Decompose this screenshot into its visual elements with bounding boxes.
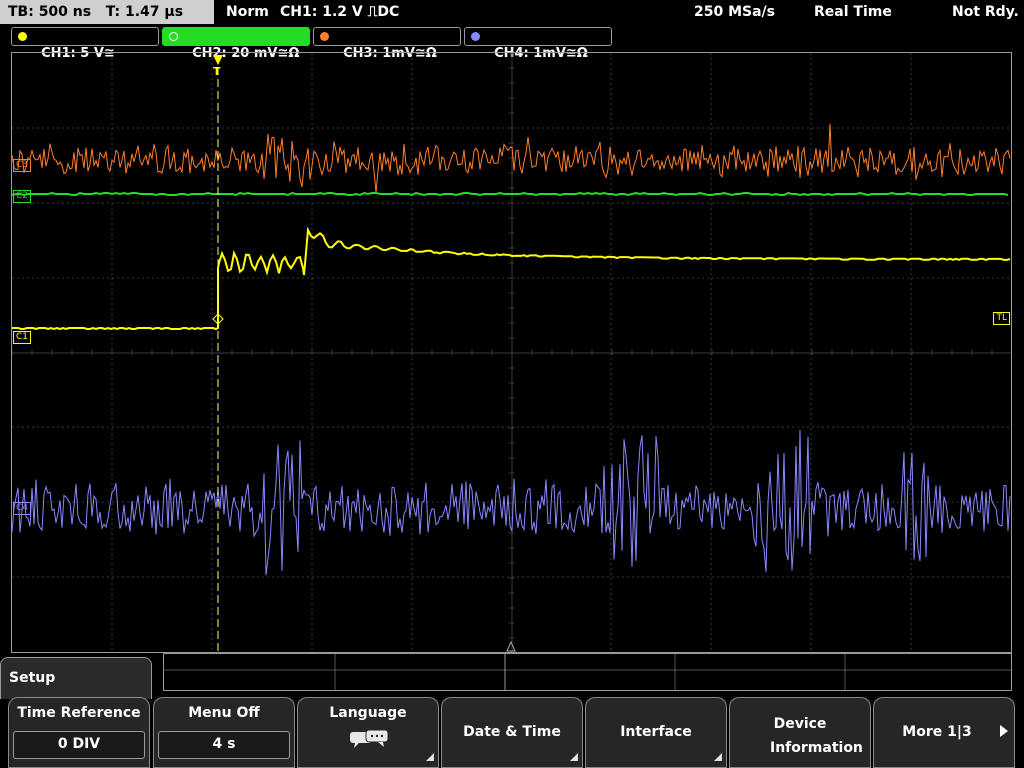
trigger-position-label: T [213,65,221,78]
trigger-source[interactable]: CH1: 1.2 V ⎍DC [280,0,399,24]
center-ticks [12,53,993,639]
next-arrow-icon [1000,725,1008,737]
ch2-offset-marker[interactable]: C2 [13,190,32,203]
menu-title-tab: Setup [0,657,152,699]
status-bar: Norm CH1: 1.2 V ⎍DC 250 MSa/s Real Time … [216,0,1024,24]
ch4-color-dot [471,32,480,41]
interface-softkey[interactable]: Interface [585,697,727,768]
acquisition-state: Not Rdy. [952,4,1019,20]
device-information-label: Device Information [770,716,863,756]
channel-tab-ch2[interactable]: CH2: 20 mV≅Ω [162,27,310,61]
speech-bubbles-icon [350,729,389,748]
menu-off-softkey[interactable]: Menu Off 4 s [153,697,295,768]
timebase-label: TB: 500 ns [8,4,92,20]
waveform-display[interactable]: T C3 C2 C1 C4 TL [11,52,1012,653]
language-softkey[interactable]: Language [297,697,439,768]
trigger-time-label: T: 1.47 µs [105,4,184,20]
ch3-color-dot [320,32,329,41]
timebase-box[interactable]: TB: 500 ns T: 1.47 µs [0,0,214,24]
language-label: Language [329,705,407,721]
menu-off-label: Menu Off [188,705,260,721]
overview-strip [163,653,1012,691]
interface-label: Interface [620,724,692,740]
sample-rate: 250 MSa/s [694,4,776,20]
date-time-label: Date & Time [463,724,561,740]
time-reference-softkey[interactable]: Time Reference 0 DIV [8,697,150,768]
ch3-offset-marker[interactable]: C3 [13,159,32,172]
submenu-corner-icon [426,753,434,761]
overview-grid [164,654,1011,690]
ch4-offset-marker[interactable]: C4 [13,502,32,515]
submenu-corner-icon [570,753,578,761]
ch2-trace [12,191,1009,197]
submenu-corner-icon [714,753,722,761]
channel-tab-ch3[interactable]: CH3: 1mV≅Ω [313,27,461,61]
device-information-softkey[interactable]: Device Information [729,697,871,768]
menu-off-value[interactable]: 4 s [158,731,290,759]
waveform-svg [12,53,1011,652]
more-softkey[interactable]: More 1|3 [873,697,1015,768]
trigger-level-marker[interactable]: TL [993,312,1010,325]
date-time-softkey[interactable]: Date & Time [441,697,583,768]
channel-tab-ch1[interactable]: CH1: 5 V≅ [11,27,159,61]
trigger-position-marker [213,55,223,65]
ch1-offset-marker[interactable]: C1 [13,331,32,344]
trigger-mode[interactable]: Norm [226,0,269,24]
time-reference-label: Time Reference [17,705,141,721]
more-label: More 1|3 [902,724,972,740]
ch2-color-dot [169,32,178,41]
acquisition-mode: Real Time [814,4,892,20]
menu-title: Setup [9,670,56,686]
ch1-color-dot [18,32,27,41]
timebase-reference-marker [506,640,516,652]
channel-tab-ch4[interactable]: CH4: 1mV≅Ω [464,27,612,61]
time-reference-value[interactable]: 0 DIV [13,731,145,759]
ch1-trace [12,226,1011,331]
